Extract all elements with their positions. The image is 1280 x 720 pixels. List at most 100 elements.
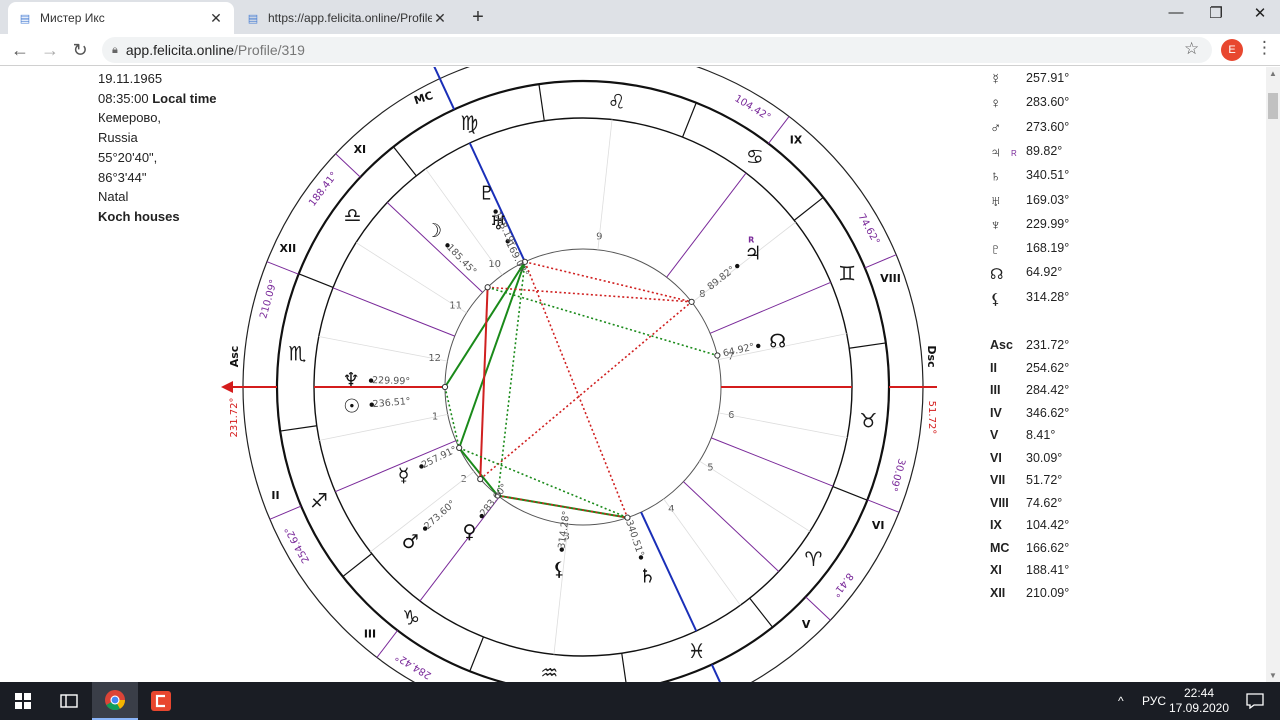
sign-boundary xyxy=(538,84,545,121)
cusp-degree-label: 188.41° xyxy=(307,170,340,208)
retrograde-mark: R xyxy=(748,236,754,245)
zodiac-sign-icon: ♍ xyxy=(460,111,478,135)
close-tab-icon[interactable]: ✕ xyxy=(432,10,448,27)
planet-glyph-icon: ♄ xyxy=(990,168,1002,186)
back-icon[interactable]: ← xyxy=(8,38,32,62)
house-cusp-line xyxy=(332,287,455,337)
windows-taskbar: ^ РУС 22:44 17.09.2020 xyxy=(0,682,1280,720)
cusp-label: IV xyxy=(990,405,1002,420)
maximize-button[interactable]: ❐ xyxy=(1196,4,1236,22)
birth-country: Russia xyxy=(98,130,138,146)
mc-label: MC xyxy=(412,89,434,107)
sign-boundary xyxy=(749,597,774,628)
planet-degree: 314.28° xyxy=(1026,289,1070,304)
cusp-degree-label: 30.09° xyxy=(887,457,907,492)
cusp-roman-label: IX xyxy=(790,134,803,147)
planet-icon: ☿ xyxy=(398,464,410,486)
dsc-degree-label: 51.72° xyxy=(926,401,937,435)
system-clock[interactable]: 22:44 17.09.2020 xyxy=(1164,686,1234,716)
planet-icon: ☽ xyxy=(425,220,442,242)
planet-icon: ♀ xyxy=(462,521,476,543)
cusp-label: III xyxy=(990,383,1001,397)
house-cusp-outer-line xyxy=(269,505,302,520)
planet-row: ♃ R 89.82° xyxy=(990,144,1150,164)
sign-boundary xyxy=(621,653,627,682)
cusp-row: VI 30.09° xyxy=(990,451,1150,471)
scroll-down-icon[interactable]: ▼ xyxy=(1269,671,1277,680)
tab-profile[interactable]: ▤ https://app.felicita.online/Profile/ ✕ xyxy=(236,2,458,34)
cusp-label: XII xyxy=(990,585,1006,600)
clock-date: 17.09.2020 xyxy=(1168,701,1230,715)
more-menu-icon[interactable]: ⋮ xyxy=(1256,38,1273,58)
cusp-label: II xyxy=(990,360,997,375)
planet-dot xyxy=(756,343,761,349)
tab-mister-x[interactable]: ▤ Мистер Икс ✕ xyxy=(8,2,234,34)
time-type: Local time xyxy=(152,90,217,106)
house-midline xyxy=(319,414,448,441)
lock-icon: 🔒︎ xyxy=(112,43,118,56)
input-language[interactable]: РУС xyxy=(1142,682,1166,720)
cusp-degree: 8.41° xyxy=(1026,428,1056,442)
tray-chevron-icon[interactable]: ^ xyxy=(1118,682,1124,720)
cusp-degree: 346.62° xyxy=(1026,405,1070,420)
house-cusp-outer-line xyxy=(864,254,897,269)
zodiac-sign-icon: ♎ xyxy=(344,203,362,227)
scroll-up-icon[interactable]: ▲ xyxy=(1269,69,1277,78)
planet-degree: 89.82° xyxy=(1026,143,1063,158)
bookmark-star-icon[interactable]: ☆ xyxy=(1184,39,1199,59)
retrograde-mark: R xyxy=(1011,148,1017,158)
windows-start-icon[interactable] xyxy=(0,682,46,720)
planet-glyph-icon: ♇ xyxy=(990,241,1002,259)
close-window-button[interactable]: ✕ xyxy=(1240,4,1280,22)
url-path: /Profile/319 xyxy=(234,42,305,58)
sign-boundary xyxy=(849,342,886,349)
clock-time: 22:44 xyxy=(1183,686,1215,700)
forward-icon[interactable]: → xyxy=(38,38,62,62)
cusp-degree: 231.72° xyxy=(1026,338,1070,352)
cusp-row: VIII 74.62° xyxy=(990,496,1150,516)
app-taskbar-icon[interactable] xyxy=(138,682,184,720)
birth-info: 19.11.1965 08:35:00 Local time Кемерово,… xyxy=(98,69,217,227)
house-system: Koch houses xyxy=(98,208,180,224)
cusp-roman-label: XI xyxy=(354,143,367,156)
planet-row: ☿ 257.91° xyxy=(990,71,1150,91)
sign-boundary xyxy=(392,146,417,177)
chrome-taskbar-icon[interactable] xyxy=(92,682,138,720)
address-bar[interactable]: 🔒︎ app.felicita.online/Profile/319 xyxy=(102,37,1212,63)
planet-glyph-icon: ♂ xyxy=(990,119,1002,137)
task-view-icon[interactable] xyxy=(46,682,92,720)
notification-icon[interactable] xyxy=(1232,682,1278,720)
planet-degree-label: 229.99° xyxy=(372,375,410,387)
planet-degree-label: 340.51° xyxy=(623,519,646,559)
cusp-label: Asc xyxy=(990,338,1013,352)
aspect-endpoint xyxy=(477,476,484,483)
cusp-label: XI xyxy=(990,563,1002,577)
minimize-button[interactable]: — xyxy=(1156,4,1196,21)
house-midline xyxy=(318,336,448,362)
house-cusp-outer-line xyxy=(768,116,790,144)
planet-icon: ♄ xyxy=(639,565,656,587)
cusp-label: MC xyxy=(990,540,1010,555)
planet-icon: ♇ xyxy=(478,183,495,205)
planet-degree: 283.60° xyxy=(1026,95,1070,110)
cusp-label: VI xyxy=(990,450,1002,465)
planet-icon: ♆ xyxy=(343,369,360,391)
cusp-row: VII 51.72° xyxy=(990,473,1150,493)
cusp-roman-label: VIII xyxy=(880,272,901,285)
reload-icon[interactable]: ↻ xyxy=(68,38,92,62)
close-tab-icon[interactable]: ✕ xyxy=(208,10,224,27)
planet-icon: ♂ xyxy=(402,531,419,553)
page-scrollbar[interactable]: ▲ ▼ xyxy=(1266,67,1280,682)
planet-row: ♅ 169.03° xyxy=(990,193,1150,213)
zodiac-sign-icon: ♌ xyxy=(608,89,626,113)
profile-avatar[interactable]: E xyxy=(1221,39,1243,61)
planet-dot xyxy=(735,263,740,269)
new-tab-button[interactable]: + xyxy=(466,6,490,29)
page-content: ♈♉♊♋♌♍♎♏♐♑♒♓123456789101112II254.62°III2… xyxy=(0,67,1266,682)
house-cusp-outer-line xyxy=(867,499,900,513)
planet-degree: 168.19° xyxy=(1026,241,1070,256)
scrollbar-thumb[interactable] xyxy=(1268,93,1278,119)
longitude: 86°3'44" xyxy=(98,169,147,185)
cusp-label: VII xyxy=(990,473,1006,487)
sign-boundary xyxy=(298,273,334,289)
